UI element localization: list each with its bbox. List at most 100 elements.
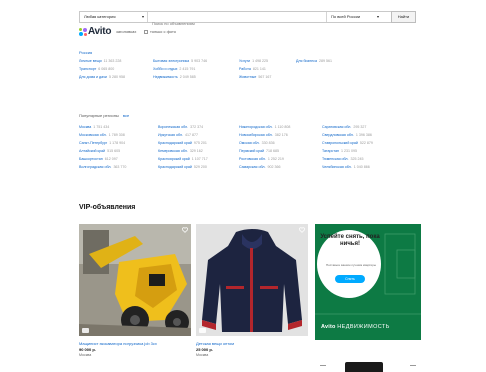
category-link-label: Животные xyxy=(239,75,257,79)
checkbox-icon xyxy=(144,30,148,34)
city-link[interactable]: Саратовская обл. 295 327 xyxy=(322,125,373,130)
category-column-3: Услуги 1 498 225 Работа 821 141 Животные 56… xyxy=(239,59,271,80)
city-link[interactable]: Санкт-Петербург 1 178 904 xyxy=(79,141,126,146)
city-link-count: 372 374 xyxy=(190,125,204,129)
city-link-count: 718 685 xyxy=(266,149,280,153)
city-link[interactable]: Пермский край 718 685 xyxy=(239,149,290,154)
jacket-photo xyxy=(196,224,308,336)
category-select-value: Любая категория xyxy=(84,14,116,19)
category-link-label: Бытовая электроника xyxy=(153,59,190,63)
city-link-count: 975 201 xyxy=(193,141,207,145)
city-link-label: Саратовская обл. xyxy=(322,125,352,129)
camera-icon xyxy=(82,328,89,333)
city-link[interactable]: Челябинская обл. 1 040 866 xyxy=(322,165,373,170)
city-link[interactable]: Красноярский край 1 107 717 xyxy=(158,157,208,162)
city-link-label: Башкортостан xyxy=(79,157,103,161)
city-link[interactable]: Кемеровская обл. 329 162 xyxy=(158,149,208,154)
city-link-count: 1 751 434 xyxy=(93,125,110,129)
city-link-count: 902 366 xyxy=(267,165,281,169)
only-photo-checkbox[interactable]: только с фото xyxy=(144,29,176,35)
city-link-label: Краснодарский край xyxy=(158,141,192,145)
city-link-label: Москва xyxy=(79,125,92,129)
listing-title[interactable]: Детская вещи оптом xyxy=(196,341,234,346)
listing-price: 25 000 р. xyxy=(196,347,213,352)
divider xyxy=(410,365,416,366)
ad-brand-name: Avito xyxy=(321,324,336,330)
category-link-count: 289 561 xyxy=(318,59,332,63)
listing-price: 90 000 р. xyxy=(79,347,96,352)
category-link-label: Личные вещи xyxy=(79,59,102,63)
heart-icon[interactable] xyxy=(299,227,305,233)
city-link[interactable]: Краснодарский край 975 201 xyxy=(158,141,208,146)
city-link[interactable]: Башкортостан 612 097 xyxy=(79,157,126,162)
city-link-label: Ставропольский край xyxy=(322,141,358,145)
city-column-3: Нижегородская обл. 1 110 808 Новосибирска… xyxy=(239,125,290,170)
city-link[interactable]: Иркутская обл. 417 877 xyxy=(158,133,208,138)
chevron-down-icon: ▾ xyxy=(376,14,379,19)
city-link-count: 612 097 xyxy=(104,157,118,161)
category-link[interactable]: Работа 821 141 xyxy=(239,67,271,72)
city-link[interactable]: Ростовская обл. 1 252 219 xyxy=(239,157,290,162)
city-link-count: 330 836 xyxy=(261,141,275,145)
category-link-count: 567 167 xyxy=(258,75,272,79)
category-link[interactable]: Транспорт 6 065 800 xyxy=(79,67,125,72)
city-link-label: Новосибирская обл. xyxy=(239,133,273,137)
city-link[interactable]: Нижегородская обл. 1 110 808 xyxy=(239,125,290,130)
city-link[interactable]: Татарстан 1 231 095 xyxy=(322,149,373,154)
category-link[interactable]: Недвижимость 2 049 585 xyxy=(153,75,207,80)
city-link[interactable]: Московская обл. 1 789 308 xyxy=(79,133,126,138)
only-titles-option[interactable]: заголовках xyxy=(116,29,136,35)
city-link-count: 1 252 219 xyxy=(267,157,284,161)
logo-dots-icon xyxy=(79,28,87,36)
category-link[interactable]: Для дома и дачи 5 280 958 xyxy=(79,75,125,80)
region-select[interactable]: По всей России ▾ xyxy=(326,12,382,22)
category-column-2: Бытовая электроника 5 903 746 Хобби и отд… xyxy=(153,59,207,80)
category-link[interactable]: Хобби и отдых 2 415 791 xyxy=(153,67,207,72)
city-link[interactable]: Воронежская обл. 372 374 xyxy=(158,125,208,130)
city-link-count: 1 396 386 xyxy=(355,133,372,137)
ad-banner[interactable]: Успейте снять, пока ничья! Поставьте ваш… xyxy=(315,224,421,340)
category-link-count: 2 049 585 xyxy=(179,75,196,79)
city-link[interactable]: Омская обл. 330 836 xyxy=(239,141,290,146)
ad-subtext: Поставьте вашим лучшим квартиры xyxy=(325,263,377,267)
category-link[interactable]: Личные вещи 11 363 228 xyxy=(79,59,125,64)
city-link[interactable]: Свердловская обл. 1 396 386 xyxy=(322,133,373,138)
city-link[interactable]: Алтайский край 515 605 xyxy=(79,149,126,154)
ad-button[interactable]: Снять xyxy=(335,275,365,283)
city-link[interactable]: Тюменская обл. 325 245 xyxy=(322,157,373,162)
category-link[interactable]: Для бизнеса 289 561 xyxy=(296,59,332,64)
listing-photo[interactable] xyxy=(196,224,308,336)
city-link[interactable]: Краснодарский край 529 200 xyxy=(158,165,208,170)
city-link-label: Свердловская обл. xyxy=(322,133,354,137)
category-link[interactable]: Животные 567 167 xyxy=(239,75,271,80)
category-link-count: 11 363 228 xyxy=(103,59,122,63)
find-button[interactable]: Найти xyxy=(391,11,416,23)
city-link-count: 522 879 xyxy=(359,141,373,145)
category-link[interactable]: Услуги 1 498 225 xyxy=(239,59,271,64)
city-link[interactable]: Новосибирская обл. 382 176 xyxy=(239,133,290,138)
city-link[interactable]: Волгоградская обл. 363 770 xyxy=(79,165,126,170)
category-link[interactable]: Бытовая электроника 5 903 746 xyxy=(153,59,207,64)
category-select[interactable]: Любая категория ▾ xyxy=(80,12,148,22)
cities-heading-label: Популярные регионы xyxy=(79,113,119,118)
ad-brand-suffix: НЕДВИЖИМОСТЬ xyxy=(337,324,390,330)
region-heading[interactable]: Россия xyxy=(79,50,92,55)
city-link-label: Кемеровская обл. xyxy=(158,149,188,153)
cities-all-link[interactable]: все xyxy=(123,113,129,118)
listing-photo[interactable] xyxy=(79,224,191,336)
listing-title[interactable]: Мащинист экскаватора погрузчика jcb 3cx xyxy=(79,341,157,346)
city-link-label: Татарстан xyxy=(322,149,339,153)
city-link[interactable]: Ставропольский край 522 879 xyxy=(322,141,373,146)
category-link-label: Работа xyxy=(239,67,251,71)
partial-listing-photo[interactable] xyxy=(345,362,383,372)
search-input[interactable] xyxy=(148,18,320,29)
city-link-count: 325 245 xyxy=(350,157,364,161)
city-link-label: Пермский край xyxy=(239,149,265,153)
city-link[interactable]: Москва 1 751 434 xyxy=(79,125,126,130)
city-link[interactable]: Самарская обл. 902 366 xyxy=(239,165,290,170)
heart-icon[interactable] xyxy=(182,227,188,233)
excavator-photo xyxy=(79,224,191,336)
city-link-label: Самарская обл. xyxy=(239,165,266,169)
city-link-label: Тюменская обл. xyxy=(322,157,349,161)
city-link-count: 417 877 xyxy=(184,133,198,137)
